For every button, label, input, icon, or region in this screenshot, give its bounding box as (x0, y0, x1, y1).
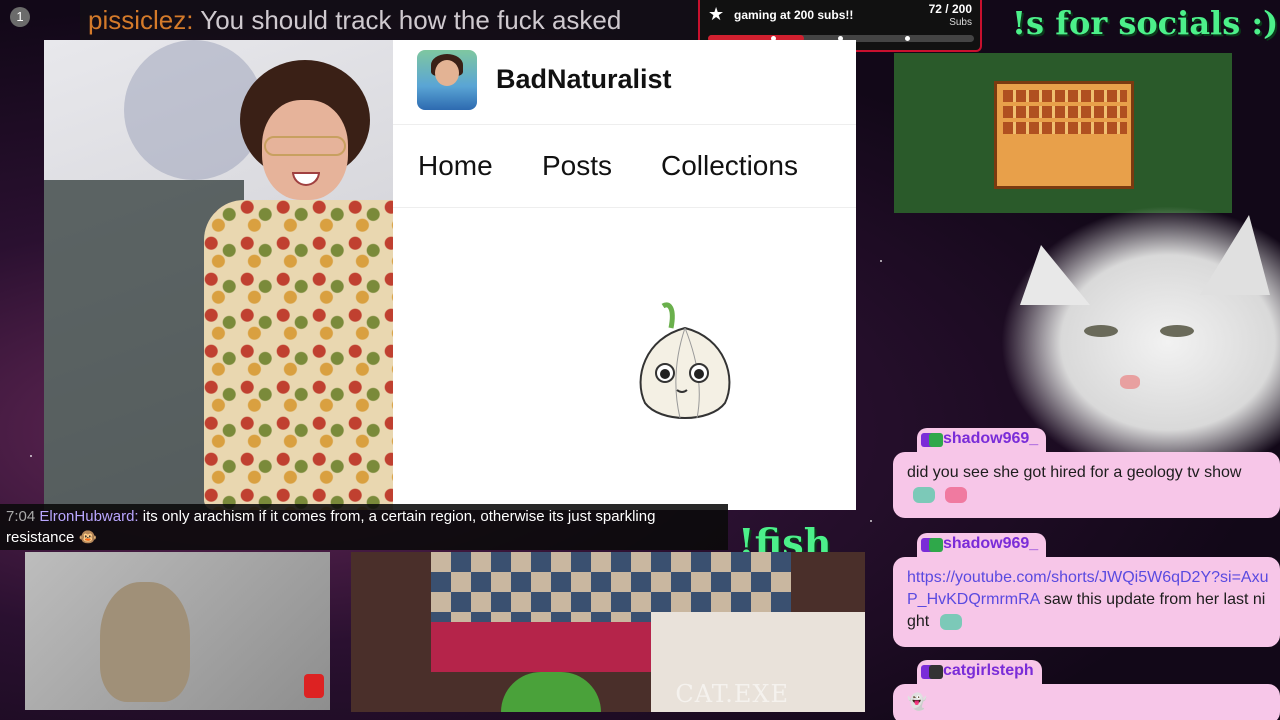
progress-marker (905, 36, 910, 41)
profile-avatar[interactable] (417, 50, 477, 110)
chat-username-tab[interactable]: shadow969_ (917, 533, 1047, 557)
frog-emote-icon (913, 486, 935, 503)
chat-message: https://youtube.com/shorts/JWQi5W6qD2Y?s… (907, 569, 1269, 630)
ghost-emote-icon: 👻 (907, 694, 927, 711)
cam-label: CAT.EXE (675, 680, 789, 708)
ticker-message: You should track how the fuck asked (200, 5, 622, 35)
profile-name: BadNaturalist (496, 64, 672, 94)
monkey-emote-icon: 🐵 (78, 529, 98, 546)
chat-username: shadow969_ (943, 535, 1039, 552)
cat-ear (1020, 245, 1090, 305)
chat-panel: shadow969_ did you see she got hired for… (893, 428, 1280, 720)
sub-goal-title: gaming at 200 subs!! (734, 8, 854, 22)
chat-username-tab[interactable]: shadow969_ (917, 428, 1047, 452)
profile-nav: Home Posts Collections (393, 148, 856, 208)
chat-message-card: 👻 (893, 684, 1280, 720)
chat-username: catgirlsteph (943, 662, 1034, 679)
chat-message-card: https://youtube.com/shorts/JWQi5W6qD2Y?s… (893, 557, 1280, 647)
nav-home[interactable]: Home (418, 150, 493, 182)
chat-ticker: pissiclez: You should track how the fuck… (80, 0, 700, 40)
profile-header: BadNaturalist (393, 40, 856, 125)
game-capture-panel (894, 53, 1232, 213)
sub-goal-unit: Subs (949, 17, 972, 28)
plant-pot (501, 672, 601, 712)
frog-emote-icon (939, 613, 962, 630)
cat-figure (100, 582, 190, 702)
garlic-mascot-icon (639, 302, 731, 419)
main-video-panel: BadNaturalist Home Posts Collections (44, 40, 856, 510)
cat-eye (1084, 325, 1118, 337)
nav-collections[interactable]: Collections (661, 150, 798, 182)
cat-eye (1160, 325, 1194, 337)
notification-count: 1 (10, 7, 30, 27)
record-badge-icon (304, 674, 324, 698)
chat-username: ElronHubward: (39, 508, 139, 525)
chat-overlay-line: 7:04 ElronHubward: its only arachism if … (0, 504, 728, 550)
cat-camera-2: CAT.EXE (351, 552, 865, 712)
cat-nose (1120, 375, 1140, 389)
sub-goal-count: 72 / 200 (928, 2, 972, 16)
game-inventory (994, 81, 1134, 189)
chat-timestamp: 7:04 (6, 508, 36, 525)
cat-camera-1 (25, 552, 330, 710)
star-icon: ★ (708, 4, 725, 24)
profile-page: BadNaturalist Home Posts Collections (393, 40, 856, 510)
chat-message: 👻 (907, 692, 927, 714)
chat-message-card: did you see she got hired for a geology … (893, 452, 1280, 518)
chat-username-tab[interactable]: catgirlsteph (917, 660, 1042, 684)
cat-video-overlay (1000, 205, 1280, 455)
chat-message: did you see she got hired for a geology … (907, 462, 1267, 506)
socials-command-text: !s for socials :) (1012, 4, 1279, 42)
cat-ear (1200, 215, 1270, 295)
ticker-username: pissiclez: (88, 5, 194, 35)
frog-emote-icon (945, 486, 968, 503)
glasses (264, 136, 346, 156)
chat-username: shadow969_ (943, 430, 1039, 447)
nav-posts[interactable]: Posts (542, 150, 612, 182)
